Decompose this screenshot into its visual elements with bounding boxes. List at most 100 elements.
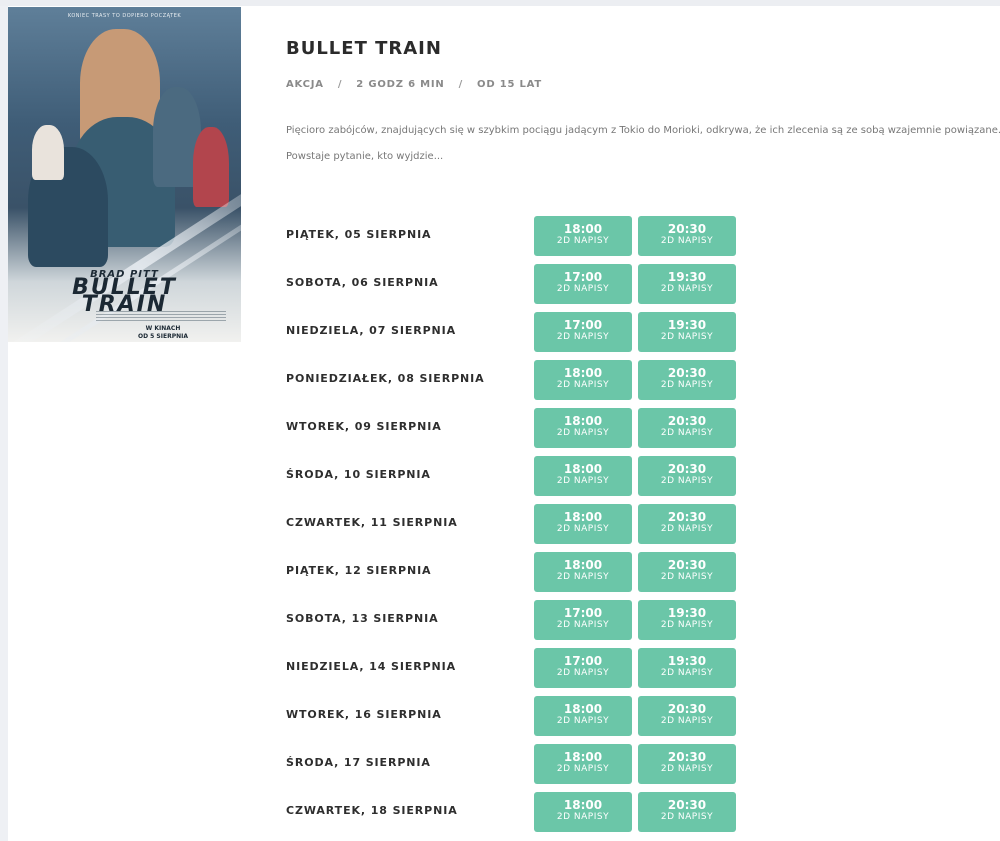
showtime-time: 20:30 (667, 750, 707, 764)
showtime-format: 2D NAPISY (660, 380, 714, 390)
showtime-format: 2D NAPISY (556, 236, 610, 246)
showtime-format: 2D NAPISY (660, 524, 714, 534)
movie-description: Pięcioro zabójców, znajdujących się w sz… (286, 118, 1000, 170)
showtime-button[interactable]: 20:30 2D NAPISY (638, 744, 736, 784)
schedule-day-label: WTOREK, 16 SIERPNIA (286, 708, 442, 721)
schedule-day-label: PIĄTEK, 05 SIERPNIA (286, 228, 432, 241)
showtime-button[interactable]: 18:00 2D NAPISY (534, 792, 632, 832)
showtime-time: 19:30 (667, 270, 707, 284)
schedule-day-label: SOBOTA, 06 SIERPNIA (286, 276, 439, 289)
showtime-time: 18:00 (563, 750, 603, 764)
description-line: Powstaje pytanie, kto wyjdzie... (286, 151, 444, 162)
schedule-row: WTOREK, 09 SIERPNIA 18:00 2D NAPISY 20:30 2D… (286, 408, 746, 448)
showtime-button[interactable]: 18:00 2D NAPISY (534, 744, 632, 784)
showtime-button[interactable]: 20:30 2D NAPISY (638, 408, 736, 448)
schedule-day-label: ŚRODA, 10 SIERPNIA (286, 468, 431, 481)
movie-poster[interactable]: KONIEC TRASY TO DOPIERO POCZĄTEK BRAD PI… (8, 7, 241, 342)
schedule-row: SOBOTA, 06 SIERPNIA 17:00 2D NAPISY 19:30 2D… (286, 264, 746, 304)
showtime-button[interactable]: 19:30 2D NAPISY (638, 648, 736, 688)
meta-separator: / (337, 79, 343, 90)
showtime-format: 2D NAPISY (556, 620, 610, 630)
showtime-time: 18:00 (563, 798, 603, 812)
showtime-time: 18:00 (563, 462, 603, 476)
showtime-format: 2D NAPISY (660, 476, 714, 486)
schedule-day-label: SOBOTA, 13 SIERPNIA (286, 612, 439, 625)
schedule-day-label: PONIEDZIAŁEK, 08 SIERPNIA (286, 372, 485, 385)
showtime-format: 2D NAPISY (556, 572, 610, 582)
showtime-button[interactable]: 19:30 2D NAPISY (638, 312, 736, 352)
schedule-day-label: PIĄTEK, 12 SIERPNIA (286, 564, 432, 577)
movie-duration: 2 GODZ 6 MIN (356, 79, 445, 90)
movie-info: BULLET TRAIN (286, 38, 442, 59)
showtime-button[interactable]: 18:00 2D NAPISY (534, 504, 632, 544)
showtime-time: 19:30 (667, 606, 707, 620)
showtime-format: 2D NAPISY (556, 476, 610, 486)
showtime-button[interactable]: 19:30 2D NAPISY (638, 264, 736, 304)
movie-meta: AKCJA / 2 GODZ 6 MIN / OD 15 LAT (286, 79, 542, 90)
showtime-button[interactable]: 18:00 2D NAPISY (534, 216, 632, 256)
schedule-day-label: ŚRODA, 17 SIERPNIA (286, 756, 431, 769)
showtime-time: 20:30 (667, 366, 707, 380)
movie-title: BULLET TRAIN (286, 38, 442, 59)
showtime-button[interactable]: 20:30 2D NAPISY (638, 552, 736, 592)
showtime-time: 18:00 (563, 510, 603, 524)
poster-release-line: OD 5 SIERPNIA (137, 333, 188, 340)
schedule-row: SOBOTA, 13 SIERPNIA 17:00 2D NAPISY 19:30 2D… (286, 600, 746, 640)
showtime-format: 2D NAPISY (556, 812, 610, 822)
showtime-format: 2D NAPISY (660, 668, 714, 678)
showtime-button[interactable]: 20:30 2D NAPISY (638, 456, 736, 496)
showtime-format: 2D NAPISY (660, 716, 714, 726)
movie-genre: AKCJA (286, 79, 324, 90)
showtime-time: 18:00 (563, 222, 603, 236)
showtime-button[interactable]: 18:00 2D NAPISY (534, 456, 632, 496)
movie-age-rating: OD 15 LAT (477, 79, 543, 90)
meta-separator: / (458, 79, 464, 90)
showtime-button[interactable]: 17:00 2D NAPISY (534, 648, 632, 688)
showtime-button[interactable]: 20:30 2D NAPISY (638, 360, 736, 400)
showtime-time: 20:30 (667, 414, 707, 428)
showtime-time: 20:30 (667, 462, 707, 476)
left-gutter (0, 6, 8, 841)
schedule-day-label: NIEDZIELA, 07 SIERPNIA (286, 324, 457, 337)
showtime-button[interactable]: 18:00 2D NAPISY (534, 360, 632, 400)
showtime-time: 20:30 (667, 798, 707, 812)
showtime-button[interactable]: 20:30 2D NAPISY (638, 504, 736, 544)
showtime-time: 18:00 (563, 414, 603, 428)
showtime-format: 2D NAPISY (660, 572, 714, 582)
schedule-day-label: WTOREK, 09 SIERPNIA (286, 420, 442, 433)
showtime-button[interactable]: 19:30 2D NAPISY (638, 600, 736, 640)
showtime-button[interactable]: 17:00 2D NAPISY (534, 264, 632, 304)
showtime-time: 20:30 (667, 510, 707, 524)
showtime-format: 2D NAPISY (660, 764, 714, 774)
showtime-format: 2D NAPISY (556, 668, 610, 678)
schedule-row: PIĄTEK, 12 SIERPNIA 18:00 2D NAPISY 20:30 2D… (286, 552, 746, 592)
showtime-button[interactable]: 18:00 2D NAPISY (534, 552, 632, 592)
showtime-time: 20:30 (667, 222, 707, 236)
showtime-format: 2D NAPISY (660, 812, 714, 822)
showtime-time: 18:00 (563, 366, 603, 380)
showtime-time: 17:00 (563, 318, 603, 332)
showtime-button[interactable]: 17:00 2D NAPISY (534, 600, 632, 640)
showtime-format: 2D NAPISY (660, 620, 714, 630)
showtime-format: 2D NAPISY (660, 428, 714, 438)
showtime-time: 17:00 (563, 654, 603, 668)
showtime-button[interactable]: 20:30 2D NAPISY (638, 696, 736, 736)
schedule-row: CZWARTEK, 11 SIERPNIA 18:00 2D NAPISY 20:30… (286, 504, 746, 544)
showtime-time: 19:30 (667, 654, 707, 668)
showtime-button[interactable]: 20:30 2D NAPISY (638, 792, 736, 832)
showtime-format: 2D NAPISY (660, 284, 714, 294)
poster-tagline: KONIEC TRASY TO DOPIERO POCZĄTEK (67, 13, 182, 19)
poster-figure (32, 125, 64, 180)
showtime-format: 2D NAPISY (556, 332, 610, 342)
schedule-row: WTOREK, 16 SIERPNIA 18:00 2D NAPISY 20:30 2D… (286, 696, 746, 736)
showtime-button[interactable]: 20:30 2D NAPISY (638, 216, 736, 256)
showtime-time: 20:30 (667, 558, 707, 572)
showtime-format: 2D NAPISY (556, 764, 610, 774)
schedule-row: PIĄTEK, 05 SIERPNIA 18:00 2D NAPISY 20:30 2D… (286, 216, 746, 256)
top-bar (0, 0, 1000, 6)
showtime-button[interactable]: 17:00 2D NAPISY (534, 312, 632, 352)
showtime-button[interactable]: 18:00 2D NAPISY (534, 696, 632, 736)
showtime-time: 20:30 (667, 702, 707, 716)
showtime-button[interactable]: 18:00 2D NAPISY (534, 408, 632, 448)
schedule-row: CZWARTEK, 18 SIERPNIA 18:00 2D NAPISY 20:30… (286, 792, 746, 832)
